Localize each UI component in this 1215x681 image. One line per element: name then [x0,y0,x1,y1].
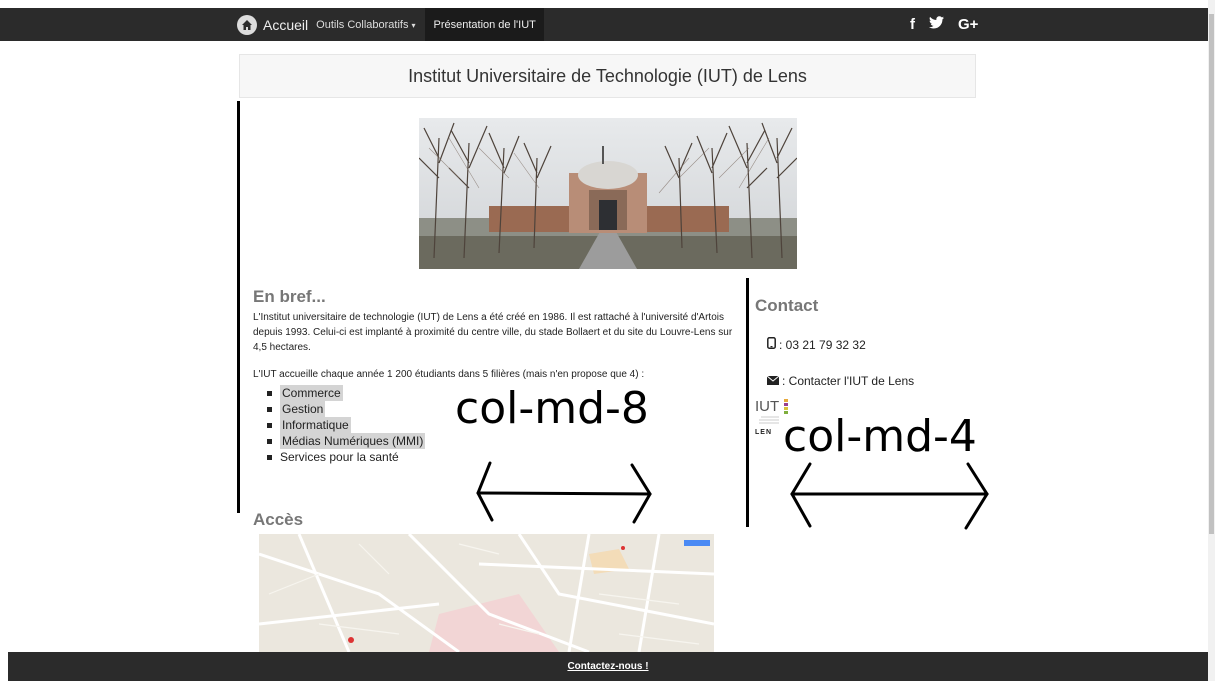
footer-bar: Contactez-nous ! [8,652,1208,681]
contact-mail-link[interactable]: : Contacter l'IUT de Lens [782,374,914,388]
main-column: En bref... L'Institut universitaire de t… [253,287,733,465]
phone-icon [767,337,776,352]
contact-heading: Contact [755,296,819,315]
annotation-col-md-4: col-md-4 [783,411,977,462]
bullet-icon [267,406,272,412]
left-annotation-line [237,101,240,513]
google-plus-icon[interactable]: G+ [958,16,978,33]
home-icon[interactable] [237,14,257,35]
footer-contact-link[interactable]: Contactez-nous ! [567,661,648,672]
list-item-text: Services pour la santé [280,450,399,464]
contact-phone-text: : 03 21 79 32 32 [779,337,866,352]
top-navbar: Accueil Outils Collaboratifs ▾ Présentati… [0,8,1208,41]
logo-subtext: LEN [755,429,772,436]
envelope-icon [766,374,780,388]
annotation-col-md-8: col-md-8 [455,383,649,434]
list-item-text: Informatique [280,417,351,433]
bref-paragraph-1: L'Institut universitaire de technologie … [253,312,733,353]
bref-paragraph-2: L'IUT accueille chaque année 1 200 étudi… [253,369,645,380]
bullet-icon [267,454,272,460]
caret-down-icon: ▾ [411,20,416,30]
bullet-icon [267,390,272,396]
nav-tools-label: Outils Collaboratifs [316,18,409,31]
nav-home-link[interactable]: Accueil [263,17,308,33]
nav-tools-dropdown[interactable]: Outils Collaboratifs ▾ [316,19,415,31]
page-title: Institut Universitaire de Technologie (I… [239,54,976,98]
contact-mail[interactable]: : Contacter l'IUT de Lens [766,374,914,388]
list-item: Médias Numériques (MMI) [267,433,733,449]
acces-heading: Accès [253,510,304,529]
main-nav: Accueil Outils Collaboratifs ▾ Présentati… [237,8,544,41]
double-arrow-left-icon [476,461,652,524]
building-photo [419,118,797,269]
right-annotation-line [746,278,749,527]
bullet-icon [267,422,272,428]
scrollbar-thumb[interactable] [1209,14,1214,534]
twitter-icon[interactable] [929,16,944,33]
bref-heading: En bref... [253,287,326,306]
social-links: f G+ [910,8,978,41]
list-item-text: Médias Numériques (MMI) [280,433,426,449]
map-embed[interactable] [259,534,714,652]
list-item-text: Commerce [280,385,343,401]
contact-phone: : 03 21 79 32 32 [767,337,914,352]
facebook-icon[interactable]: f [910,16,915,33]
list-item-text: Gestion [280,401,326,417]
scrollbar[interactable] [1208,0,1215,681]
double-arrow-right-icon [790,462,989,530]
nav-presentation-link[interactable]: Présentation de l'IUT [425,8,544,41]
logo-text: IUT [755,398,780,415]
bullet-icon [267,438,272,444]
